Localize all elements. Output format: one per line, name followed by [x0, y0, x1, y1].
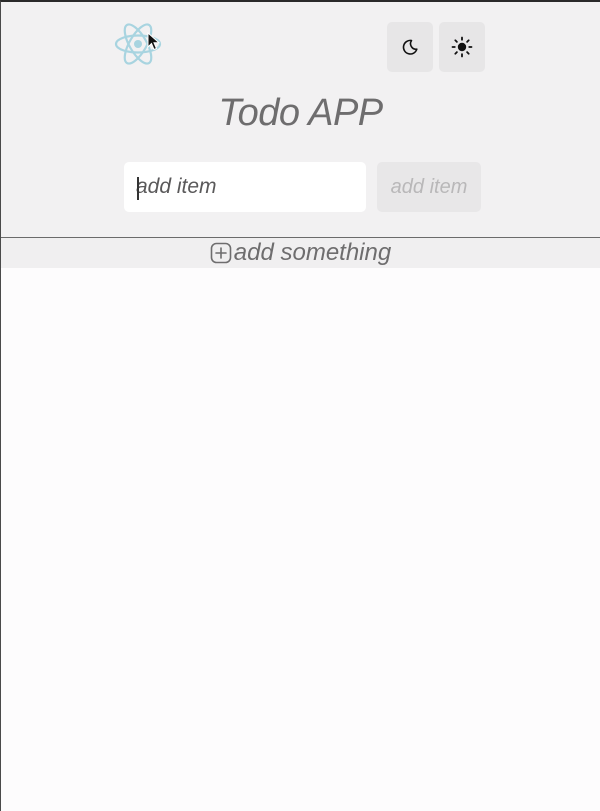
app-header: Todo APP add item [1, 2, 600, 238]
moon-icon [402, 39, 418, 55]
sun-icon [451, 36, 473, 58]
add-item-input[interactable] [124, 162, 366, 212]
todo-list [1, 268, 600, 811]
plus-square-icon [210, 242, 232, 264]
add-something-button[interactable]: add something [1, 238, 600, 268]
light-mode-button[interactable] [439, 22, 485, 72]
add-item-button[interactable]: add item [377, 162, 481, 212]
dark-mode-button[interactable] [387, 22, 433, 72]
mouse-pointer-icon [147, 32, 161, 51]
add-something-label: add something [233, 239, 392, 266]
page-title: Todo APP [218, 92, 383, 134]
app-window: Todo APP add item add something [0, 0, 600, 811]
text-caret [137, 177, 139, 200]
